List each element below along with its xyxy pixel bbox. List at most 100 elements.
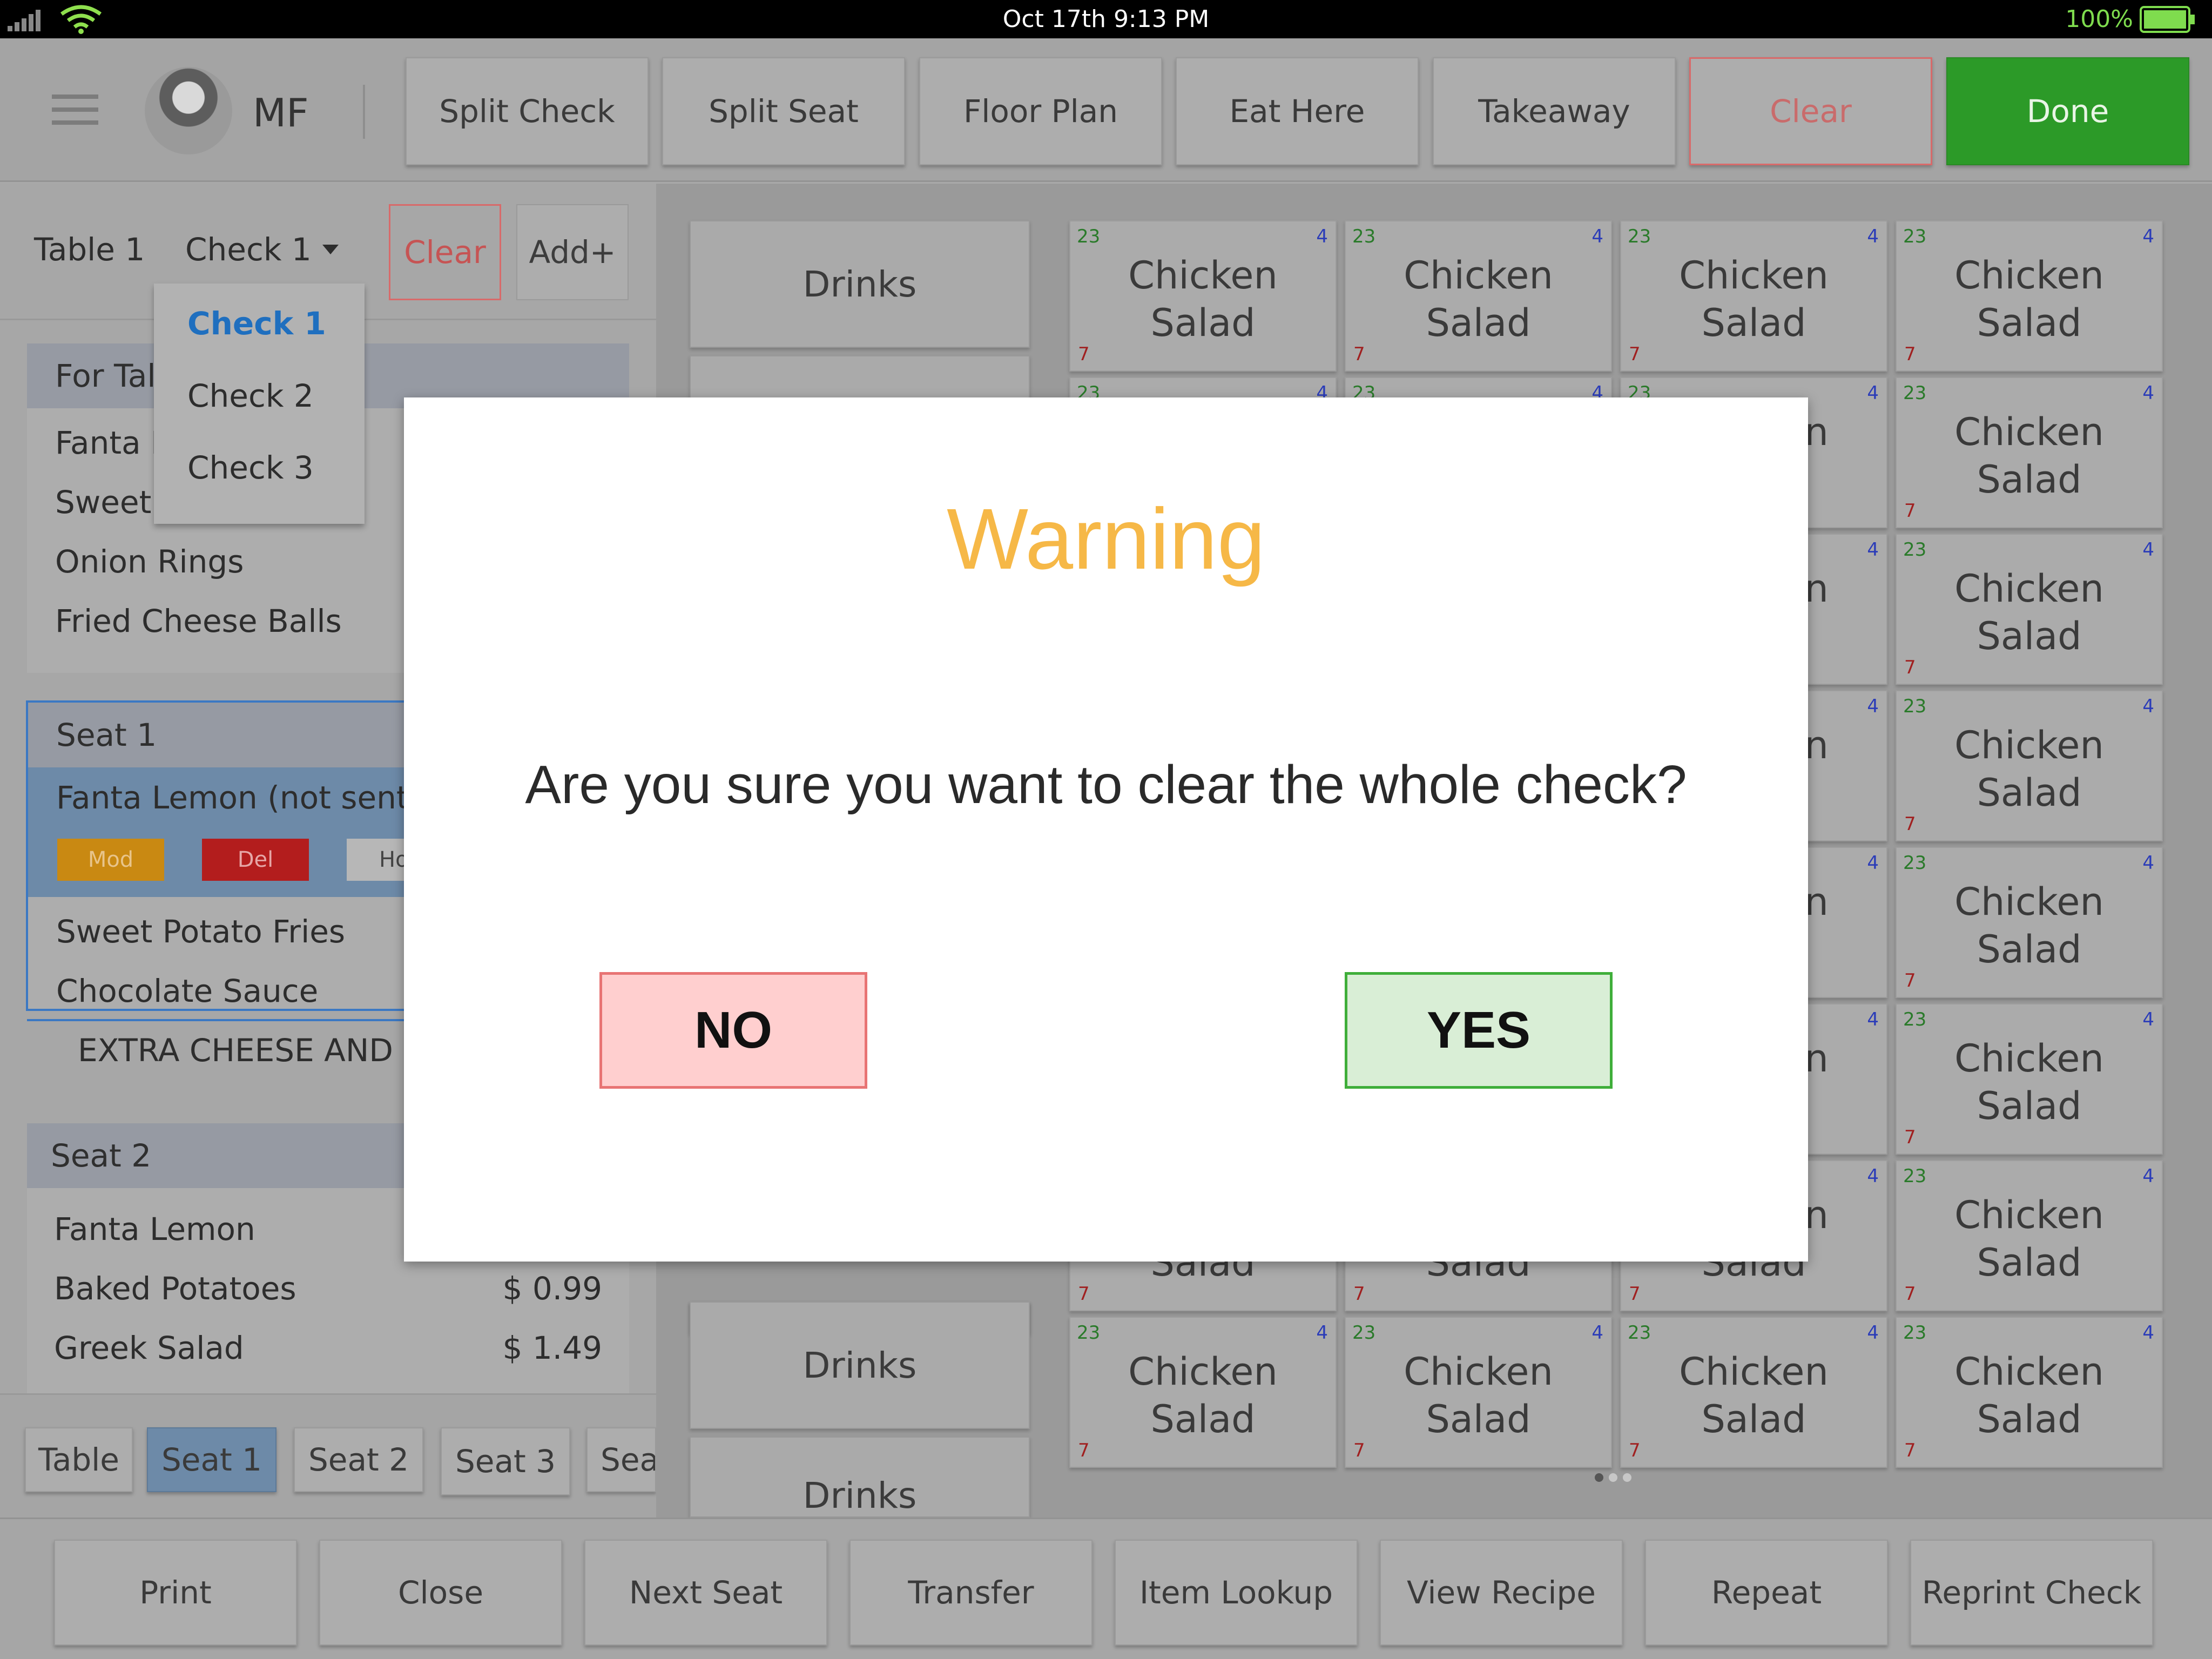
tile-label: ChickenSalad <box>1897 1191 2162 1286</box>
next-seat-button[interactable]: Next Seat <box>584 1540 827 1645</box>
split-seat-button[interactable]: Split Seat <box>662 57 905 165</box>
tab-seat-1[interactable]: Seat 1 <box>147 1427 276 1492</box>
list-item[interactable]: Fanta Lemon <box>54 1211 255 1247</box>
no-button[interactable]: NO <box>599 972 867 1089</box>
tile-label-line: Salad <box>1150 1397 1256 1441</box>
battery-icon <box>2140 5 2195 33</box>
tile-label: ChickenSalad <box>1621 252 1886 347</box>
tile-code: 7 <box>1904 1440 1916 1461</box>
category-drinks[interactable]: Drinks <box>690 220 1030 348</box>
floor-plan-button[interactable]: Floor Plan <box>919 57 1162 165</box>
menu-item-tile[interactable]: 234ChickenSalad7 <box>1345 220 1612 372</box>
tile-label: ChickenSalad <box>1897 1348 2162 1443</box>
takeaway-button[interactable]: Takeaway <box>1433 57 1676 165</box>
tile-label: ChickenSalad <box>1346 252 1611 347</box>
split-check-button[interactable]: Split Check <box>406 57 649 165</box>
signal-icon <box>8 8 45 31</box>
add-check-button[interactable]: Add+ <box>516 204 629 300</box>
menu-item-tile[interactable]: 234ChickenSalad7 <box>1896 1003 2163 1155</box>
status-bar: Oct 17th 9:13 PM 100% <box>0 0 2212 38</box>
tile-stock: 4 <box>2142 539 2154 561</box>
dropdown-option-check-3[interactable]: Check 3 <box>187 449 314 486</box>
tile-stock: 4 <box>2142 1165 2154 1187</box>
menu-item-tile[interactable]: 234ChickenSalad7 <box>1620 1317 1887 1468</box>
tile-label: ChickenSalad <box>1346 1348 1611 1443</box>
menu-item-tile[interactable]: 234ChickenSalad7 <box>1896 534 2163 685</box>
datetime: Oct 17th 9:13 PM <box>1002 5 1210 33</box>
item-lookup-button[interactable]: Item Lookup <box>1115 1540 1358 1645</box>
avatar[interactable] <box>145 67 232 154</box>
menu-item-tile[interactable]: 234ChickenSalad7 <box>1069 220 1337 372</box>
tile-label-line: Chicken <box>1404 1350 1553 1394</box>
category-drinks[interactable]: Drinks <box>690 1301 1030 1429</box>
tile-label-line: Chicken <box>1954 253 2104 298</box>
tile-count: 23 <box>1077 1322 1101 1344</box>
menu-item-tile[interactable]: 234ChickenSalad7 <box>1620 220 1887 372</box>
bottom-toolbar: Print Close Next Seat Transfer Item Look… <box>0 1518 2212 1659</box>
mod-button[interactable]: Mod <box>57 839 164 881</box>
menu-item-tile[interactable]: 234ChickenSalad7 <box>1896 1317 2163 1468</box>
tile-label-line: Salad <box>1977 614 2082 658</box>
del-button[interactable]: Del <box>202 839 309 881</box>
tab-seat-4[interactable]: Sea <box>586 1427 656 1492</box>
category-drinks[interactable]: Drinks <box>690 1437 1030 1518</box>
list-item[interactable]: Onion Rings <box>55 543 244 580</box>
modifier-item[interactable]: Sweet Potato Fries <box>56 913 345 950</box>
page-indicator <box>1595 1473 1631 1482</box>
tile-stock: 4 <box>1867 1322 1879 1344</box>
tile-label-line: Salad <box>1701 1397 1806 1441</box>
tile-label-line: Chicken <box>1954 723 2104 767</box>
reprint-check-button[interactable]: Reprint Check <box>1910 1540 2153 1645</box>
tab-table[interactable]: Table <box>25 1427 133 1492</box>
tile-label-line: Chicken <box>1954 1036 2104 1081</box>
print-button[interactable]: Print <box>54 1540 297 1645</box>
transfer-button[interactable]: Transfer <box>849 1540 1092 1645</box>
tile-label: ChickenSalad <box>1897 878 2162 973</box>
battery-indicator: 100% <box>2065 0 2196 38</box>
list-item[interactable]: Greek Salad <box>54 1330 244 1366</box>
hamburger-menu-icon[interactable] <box>52 95 98 125</box>
list-item[interactable]: Baked Potatoes <box>54 1270 296 1307</box>
tile-label-line: Salad <box>1701 301 1806 345</box>
done-button[interactable]: Done <box>1946 57 2189 165</box>
tile-count: 23 <box>1903 539 1927 561</box>
list-item[interactable]: Fanta L <box>55 424 168 461</box>
modifier-item[interactable]: Chocolate Sauce <box>56 973 318 1009</box>
menu-item-tile[interactable]: 234ChickenSalad7 <box>1069 1317 1337 1468</box>
dropdown-option-check-1[interactable]: Check 1 <box>187 305 326 342</box>
close-button[interactable]: Close <box>319 1540 562 1645</box>
menu-item-tile[interactable]: 234ChickenSalad7 <box>1896 847 2163 998</box>
check-dropdown: Check 1 Check 2 Check 3 <box>154 284 365 524</box>
list-item[interactable]: Sweet <box>55 484 151 521</box>
clear-button[interactable]: Clear <box>389 204 501 300</box>
tile-count: 23 <box>1628 1322 1651 1344</box>
menu-item-tile[interactable]: 234ChickenSalad7 <box>1896 377 2163 528</box>
tile-code: 7 <box>1629 1440 1641 1461</box>
item-note: EXTRA CHEESE AND L <box>78 1032 421 1069</box>
dropdown-option-check-2[interactable]: Check 2 <box>187 377 314 414</box>
view-recipe-button[interactable]: View Recipe <box>1380 1540 1623 1645</box>
yes-button[interactable]: YES <box>1345 972 1613 1089</box>
list-item[interactable]: Fried Cheese Balls <box>55 603 342 639</box>
tab-seat-3[interactable]: Seat 3 <box>441 1427 570 1495</box>
dialog-title: Warning <box>947 490 1265 587</box>
tile-label-line: Chicken <box>1954 410 2104 454</box>
check-selector[interactable]: Check 1 <box>185 231 339 268</box>
item-price: $ 1.49 <box>502 1330 602 1366</box>
menu-item-tile[interactable]: 234ChickenSalad7 <box>1896 220 2163 372</box>
repeat-button[interactable]: Repeat <box>1645 1540 1888 1645</box>
tile-stock: 4 <box>1591 1322 1603 1344</box>
tile-count: 23 <box>1628 226 1651 247</box>
menu-item-tile[interactable]: 234ChickenSalad7 <box>1896 690 2163 841</box>
tile-count: 23 <box>1903 1165 1927 1187</box>
tile-stock: 4 <box>1867 852 1879 874</box>
tab-seat-2[interactable]: Seat 2 <box>294 1427 423 1492</box>
tile-label-line: Chicken <box>1404 253 1553 298</box>
tile-label-line: Chicken <box>1128 1350 1278 1394</box>
clear-check-button[interactable]: Clear <box>1689 57 1932 165</box>
menu-item-tile[interactable]: 234ChickenSalad7 <box>1896 1160 2163 1311</box>
tile-label-line: Chicken <box>1954 880 2104 924</box>
menu-item-tile[interactable]: 234ChickenSalad7 <box>1345 1317 1612 1468</box>
eat-here-button[interactable]: Eat Here <box>1176 57 1419 165</box>
tile-stock: 4 <box>2142 226 2154 247</box>
